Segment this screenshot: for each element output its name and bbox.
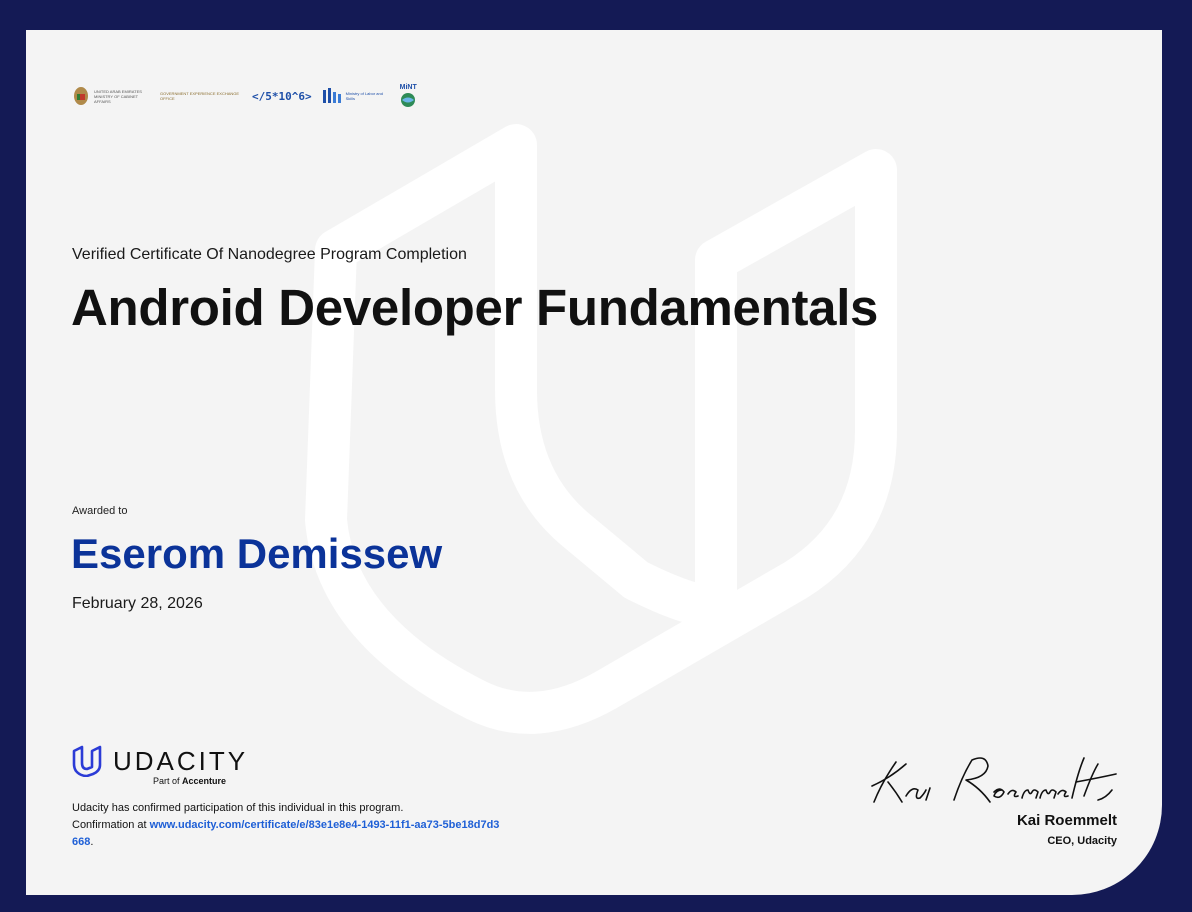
signer-role: CEO, Udacity xyxy=(1047,835,1117,847)
udacity-brand: UDACITY xyxy=(71,745,248,777)
certificate-card: UNITED ARAB EMIRATES MINISTRY OF CABINET… xyxy=(26,30,1162,895)
part-of-accenture: Part of Accenture xyxy=(153,776,226,786)
uae-emblem-icon xyxy=(74,87,88,105)
mint-logo: MiNT xyxy=(400,84,417,108)
completion-date: February 28, 2026 xyxy=(72,595,203,612)
ceo-signature xyxy=(871,757,1117,803)
signer-name: Kai Roemmelt xyxy=(1016,812,1117,829)
confirmation-text: Udacity has confirmed participation of t… xyxy=(72,802,404,814)
udacity-watermark-icon xyxy=(305,124,897,734)
logo-text-coders: </5*10^6> xyxy=(252,89,312,103)
logo-text-uae: UNITED ARAB EMIRATES MINISTRY OF CABINET… xyxy=(94,88,142,104)
geeo-logo: GOVERNMENT EXPERIENCE EXCHANGE OFFICE xyxy=(160,91,242,101)
program-title: Android Developer Fundamentals xyxy=(71,279,879,336)
certificate-subtitle: Verified Certificate Of Nanodegree Progr… xyxy=(72,246,467,263)
logo-text-geeo: GOVERNMENT EXPERIENCE EXCHANGE OFFICE xyxy=(160,91,240,101)
part-of-prefix: Part of xyxy=(153,776,180,786)
awarded-label: Awarded to xyxy=(72,505,128,517)
uae-emblem-logo: UNITED ARAB EMIRATES MINISTRY OF CABINET… xyxy=(72,85,150,107)
mols-logo: Ministry of Labor and Skills xyxy=(322,88,390,104)
recipient-name: Eserom Demissew xyxy=(71,530,443,577)
logo-text-mint: MiNT xyxy=(399,84,417,91)
confirmation-line: Confirmation at www.udacity.com/certific… xyxy=(72,817,502,851)
confirmation-block: Udacity has confirmed participation of t… xyxy=(72,800,502,851)
globe-icon xyxy=(401,93,416,107)
confirmation-prefix: Confirmation at xyxy=(72,819,147,831)
mols-building-icon xyxy=(322,88,341,103)
logo-text-mols: Ministry of Labor and Skills xyxy=(345,91,383,101)
udacity-u-logo-icon xyxy=(72,745,102,777)
coders-logo: </5*10^6> xyxy=(252,90,312,103)
udacity-wordmark: UDACITY xyxy=(113,745,249,776)
accenture-name: Accenture xyxy=(182,776,227,786)
partner-logos: UNITED ARAB EMIRATES MINISTRY OF CABINET… xyxy=(72,76,417,116)
confirmation-suffix: . xyxy=(90,836,94,848)
